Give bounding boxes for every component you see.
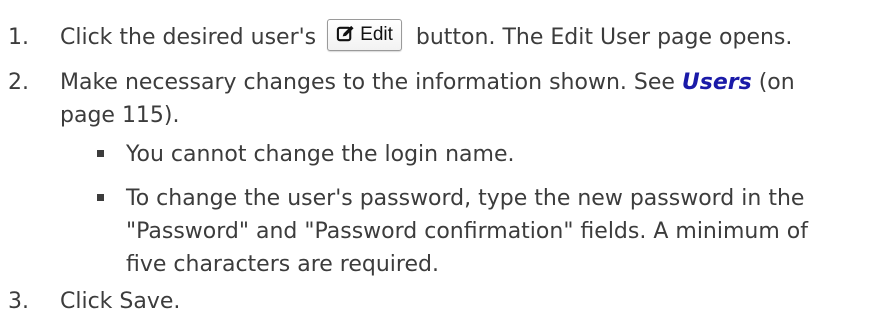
step-text-line2: page 115). — [60, 103, 180, 128]
step-text-after-button: button. The Edit User page opens. — [415, 25, 793, 50]
users-link[interactable]: Users — [682, 70, 752, 95]
step-2: 2. Make necessary changes to the informa… — [0, 66, 875, 99]
bullet-text: To change the user's password, type the … — [126, 186, 805, 211]
bullet-marker — [97, 194, 104, 201]
step-text: Click the desired user's Edit button. Th… — [60, 19, 793, 54]
step-1: 1. Click the desired user's Edit button.… — [0, 19, 875, 54]
step-number: 3. — [8, 289, 29, 314]
step-text-before-button: Click the desired user's — [60, 25, 317, 50]
step-number: 2. — [8, 70, 29, 95]
edit-icon — [336, 25, 354, 42]
step-text-line1: Make necessary changes to the informatio… — [60, 70, 682, 95]
bullet-text: You cannot change the login name. — [126, 142, 515, 167]
edit-button-label: Edit — [360, 24, 393, 45]
step-text: Make necessary changes to the informatio… — [60, 66, 795, 99]
step-2-continuation: page 115). — [0, 99, 875, 132]
bullet-text: five characters are required. — [126, 252, 439, 277]
bullet-text: "Password" and "Password confirmation" f… — [126, 219, 808, 244]
step-number: 1. — [8, 25, 29, 50]
step-3: 3. Click Save. — [0, 285, 875, 318]
link-suffix: (on — [751, 70, 795, 95]
bullet-marker — [97, 150, 104, 157]
step-text: Click Save. — [60, 289, 181, 314]
edit-button[interactable]: Edit — [327, 19, 402, 51]
